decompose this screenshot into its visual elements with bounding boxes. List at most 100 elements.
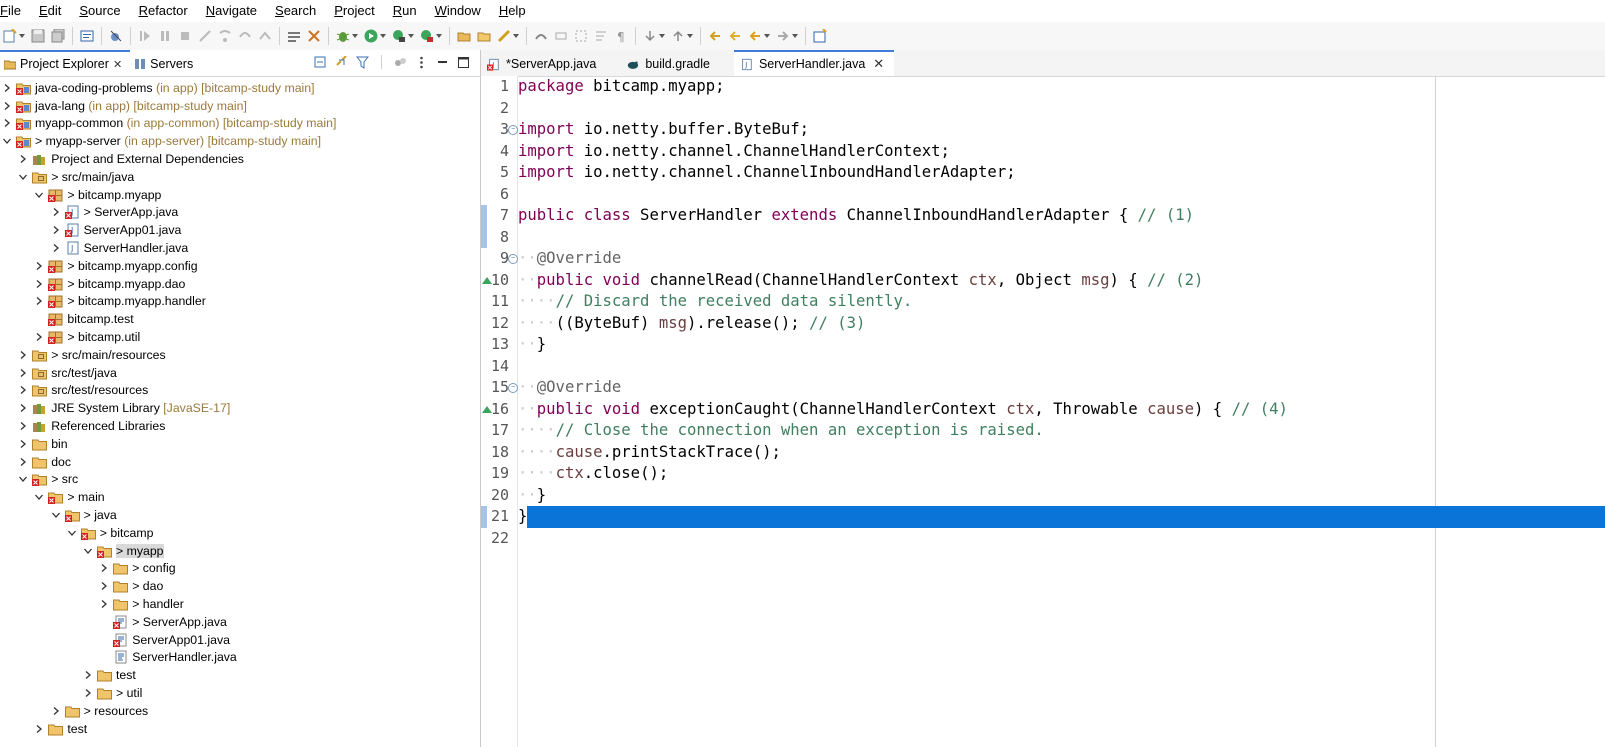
tree-item[interactable]: src/test/java [0,364,496,382]
chevron-down-icon[interactable] [18,474,28,484]
new-icon[interactable] [3,29,17,43]
tree-item[interactable]: bin [0,435,496,453]
chevron-down-icon[interactable] [34,492,44,502]
back-edit-icon[interactable] [728,29,742,43]
focus-icon[interactable] [394,56,407,69]
coverage-icon[interactable] [392,29,406,43]
tree-item[interactable]: Project and External Dependencies [0,150,496,168]
step-over-icon[interactable] [238,29,252,43]
skip-breakpoints-icon[interactable] [109,29,123,43]
step-into-icon[interactable] [218,29,232,43]
step-return-icon[interactable] [258,29,272,43]
chevron-right-icon[interactable] [34,724,44,734]
tree-item[interactable]: > bitcamp.myapp.handler [0,293,512,311]
show-whitespace-icon[interactable]: ¶ [614,29,628,43]
resume-icon[interactable] [138,29,152,43]
open-type-icon[interactable] [497,29,511,43]
menu-source[interactable]: Source [79,0,126,22]
tab-servers[interactable]: Servers [130,52,201,76]
code-area[interactable]: package bitcamp.myapp; import io.netty.bu… [518,76,1605,747]
tree-item[interactable]: myapp-common (in app-common) [bitcamp-st… [0,115,480,133]
open-folder-icon[interactable] [477,29,491,43]
view-menu-icon[interactable] [415,56,428,69]
menu-search[interactable]: Search [275,0,322,22]
tree-item[interactable]: > src/main/java [0,168,496,186]
tree-item[interactable]: > myapp [0,542,561,560]
chevron-right-icon[interactable] [51,225,61,235]
menu-run[interactable]: Run [393,0,423,22]
tree-item[interactable]: J > ServerApp.java [0,204,529,222]
chevron-right-icon[interactable] [18,421,28,431]
external-tools-icon[interactable] [420,29,434,43]
tree-item[interactable]: > java [0,506,529,524]
menu-window[interactable]: Window [435,0,487,22]
chevron-right-icon[interactable] [34,296,44,306]
disconnect-icon[interactable] [198,29,212,43]
tree-item[interactable]: > util [0,684,561,702]
use-step-filters-icon[interactable] [287,29,301,43]
fold-toggle-icon[interactable]: − [508,383,518,393]
editor-tab[interactable]: J *ServerApp.java [481,52,606,76]
block-selection-icon[interactable] [574,29,588,43]
tree-item[interactable]: > bitcamp.myapp.config [0,257,512,275]
editor-tab[interactable]: build.gradle [620,52,720,76]
new-java-project-icon[interactable] [457,29,471,43]
tree-item[interactable]: > resources [0,702,529,720]
menu-edit[interactable]: Edit [39,0,67,22]
fold-toggle-icon[interactable]: − [508,254,518,264]
chevron-down-icon[interactable] [18,172,28,182]
tree-item[interactable]: > bitcamp.myapp [0,186,512,204]
chevron-down-icon[interactable] [83,546,93,556]
fold-toggle-icon[interactable]: − [508,125,518,135]
tree-item[interactable]: test [0,720,512,738]
chevron-down-icon[interactable] [51,510,61,520]
chevron-right-icon[interactable] [51,706,61,716]
link-with-editor-icon[interactable] [335,55,348,69]
chevron-right-icon[interactable] [2,83,12,93]
close-icon[interactable]: ✕ [113,58,122,71]
tree-item[interactable]: > src/main/resources [0,346,496,364]
chevron-down-icon[interactable] [34,190,44,200]
chevron-right-icon[interactable] [99,581,109,591]
chevron-right-icon[interactable] [2,101,12,111]
menu-file[interactable]: File [0,0,27,22]
mark-occurrences-icon[interactable] [534,29,548,43]
chevron-right-icon[interactable] [51,207,61,217]
menu-refactor[interactable]: Refactor [139,0,194,22]
tree-item[interactable]: java-coding-problems (in app) [bitcamp-s… [0,79,480,97]
editor-tab[interactable]: J ServerHandler.java ✕ [733,50,895,76]
chevron-down-icon[interactable] [2,136,12,146]
chevron-right-icon[interactable] [2,118,12,128]
tree-item[interactable]: J ServerHandler.java [0,239,529,257]
chevron-right-icon[interactable] [83,670,93,680]
tree-item[interactable]: > main [0,488,512,506]
chevron-right-icon[interactable] [51,243,61,253]
tree-item[interactable]: src/test/resources [0,382,496,400]
word-wrap-icon[interactable] [594,29,608,43]
forward-icon[interactable] [776,29,790,43]
open-perspective-icon[interactable] [813,29,827,43]
tree-item[interactable]: > bitcamp [0,524,545,542]
tab-project-explorer[interactable]: Project Explorer ✕ [0,50,131,76]
suspend-icon[interactable] [158,29,172,43]
next-annotation-icon[interactable] [643,29,657,43]
run-icon[interactable] [364,29,378,43]
chevron-right-icon[interactable] [18,457,28,467]
tree-item[interactable]: J ServerApp01.java [0,221,529,239]
filter-icon[interactable] [356,56,369,69]
tree-item[interactable]: > bitcamp.myapp.dao [0,275,512,293]
chevron-right-icon[interactable] [83,688,93,698]
last-edit-location-icon[interactable] [708,29,722,43]
terminal-icon[interactable] [80,29,94,43]
collapse-all-icon[interactable] [314,56,327,69]
chevron-right-icon[interactable] [18,154,28,164]
previous-annotation-icon[interactable] [671,29,685,43]
chevron-right-icon[interactable] [34,332,44,342]
minimize-icon[interactable] [436,56,449,69]
terminate-icon[interactable] [178,29,192,43]
tree-item[interactable]: > bitcamp.util [0,328,512,346]
chevron-right-icon[interactable] [18,385,28,395]
tree-item[interactable]: bitcamp.test [0,310,512,328]
tree-item[interactable]: Referenced Libraries [0,417,496,435]
back-icon[interactable] [748,29,762,43]
